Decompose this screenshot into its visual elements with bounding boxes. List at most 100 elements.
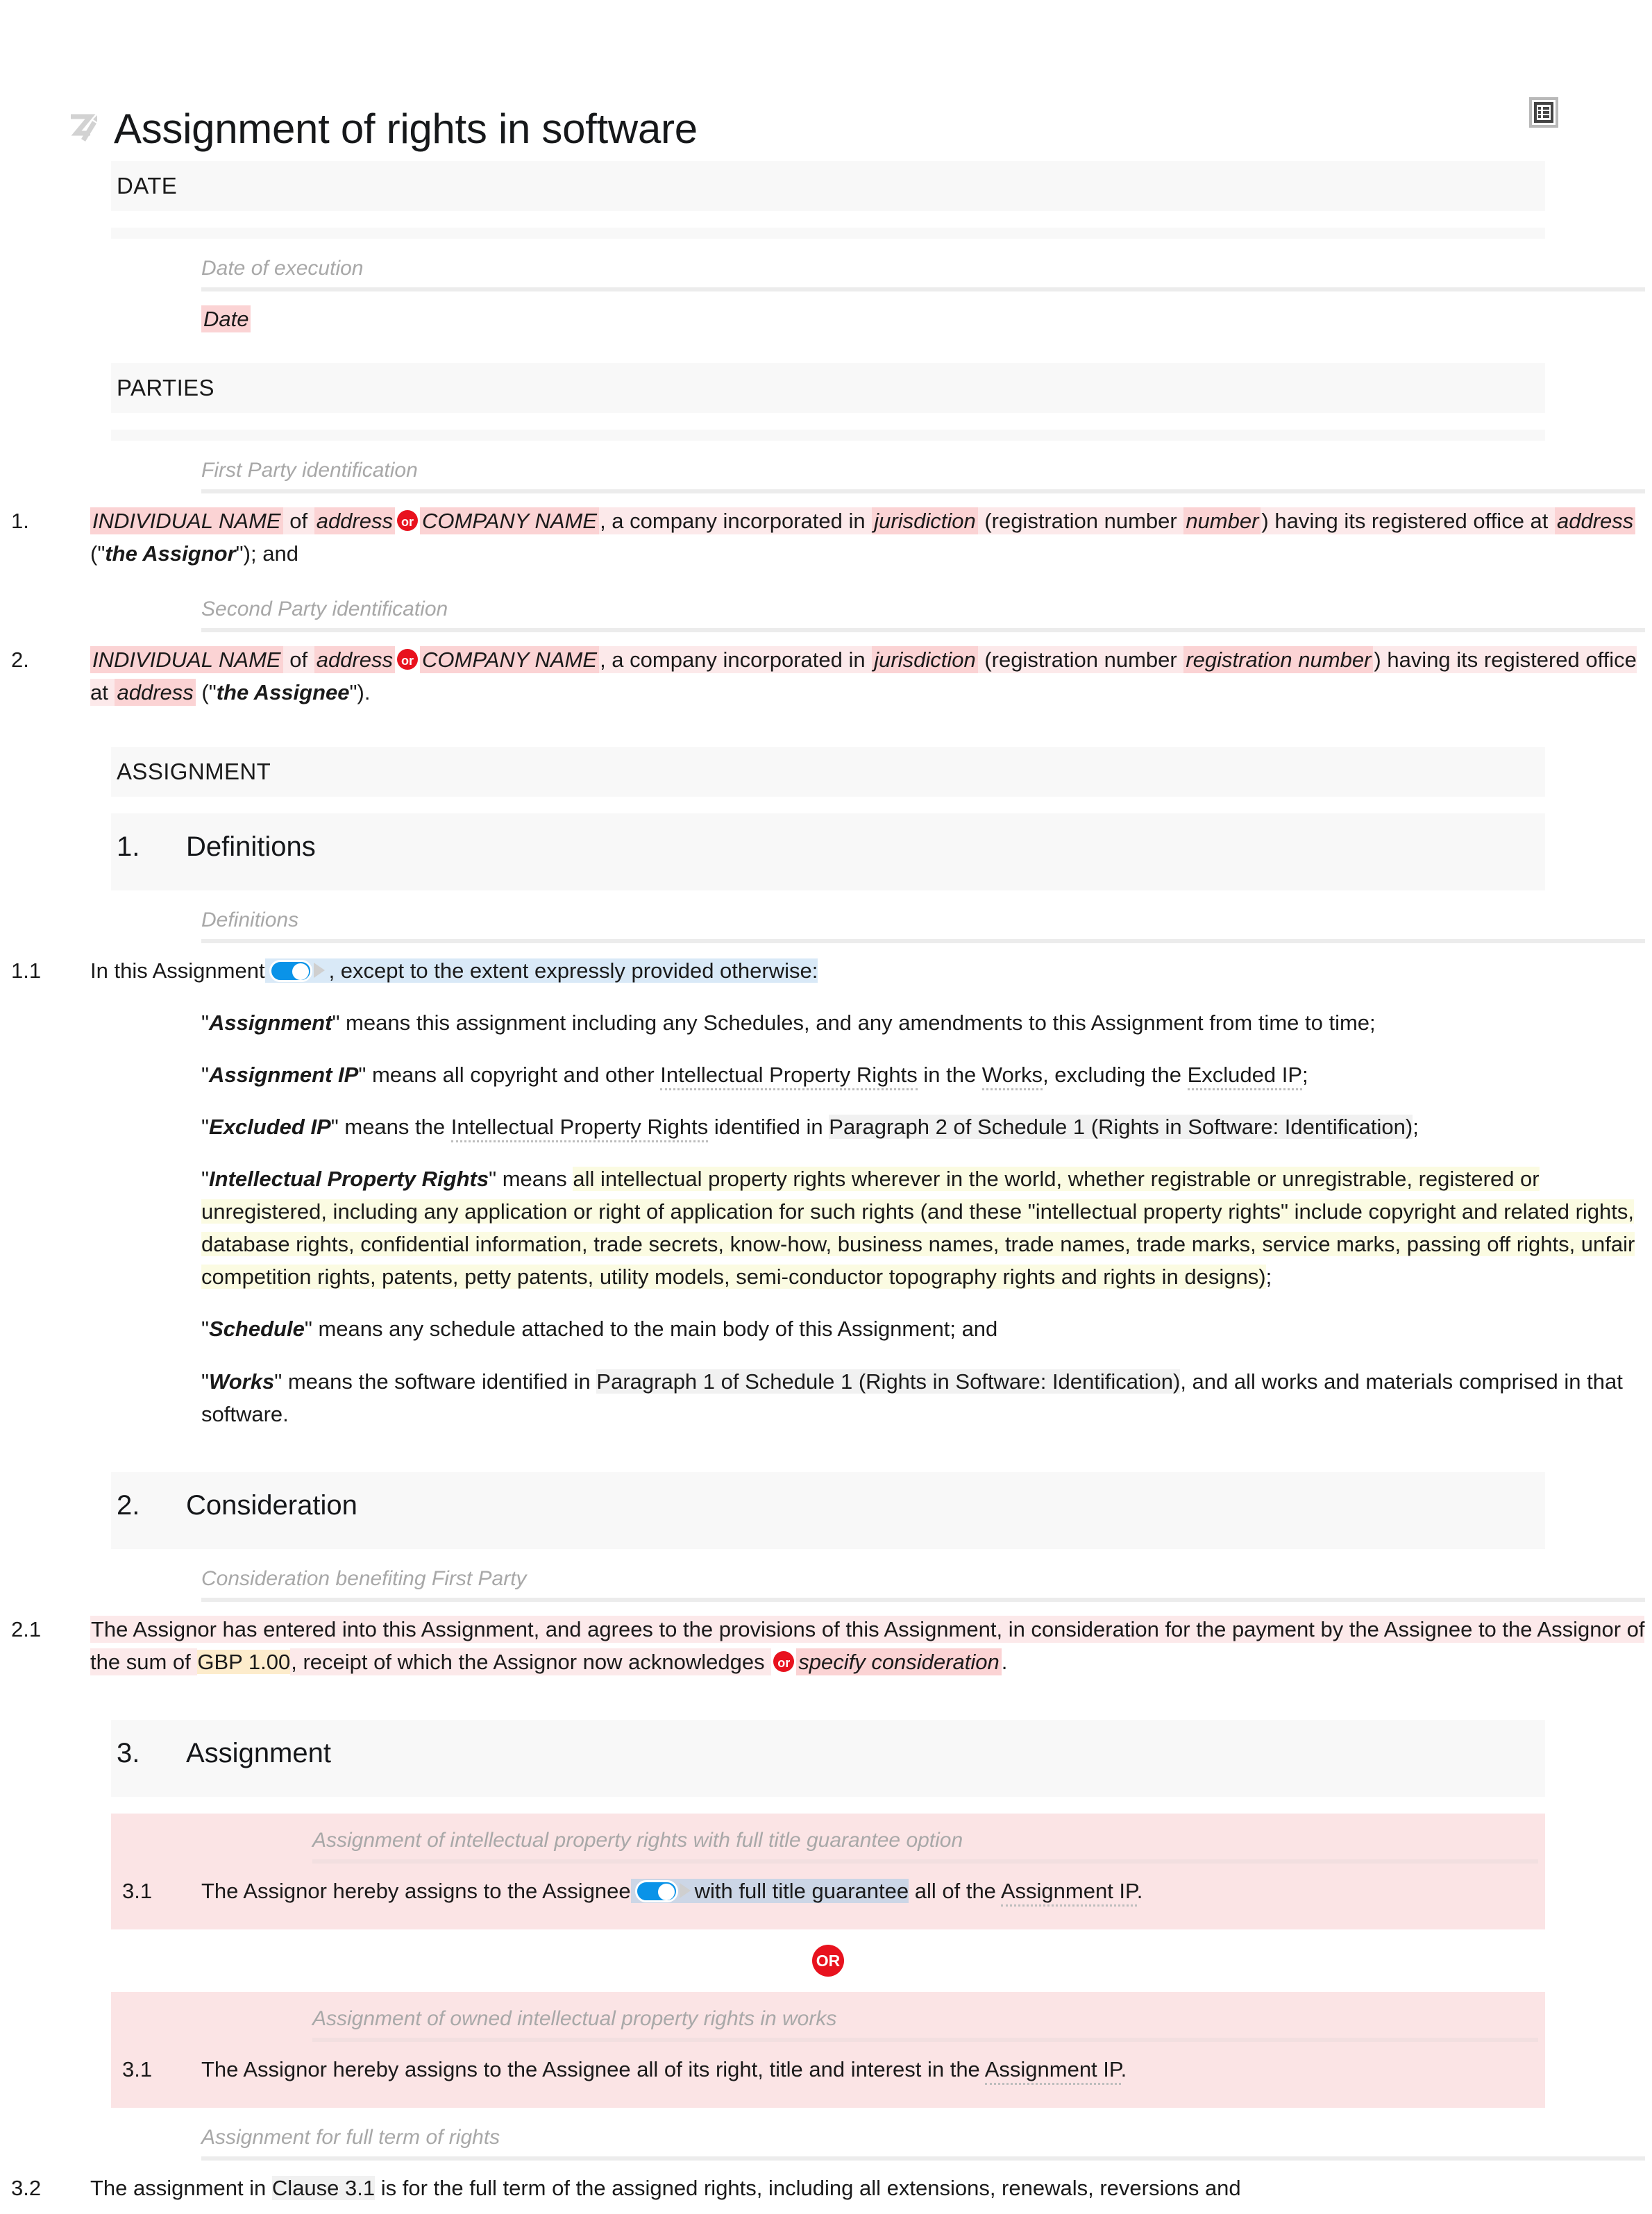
defined-term-link-assignment-ip[interactable]: Assignment IP: [1000, 1878, 1137, 1907]
guidance-full-title-guarantee: Assignment of intellectual property righ…: [312, 1828, 963, 1852]
band-spacer-parties: [111, 430, 1545, 441]
defined-term-assignor: the Assignor: [105, 541, 236, 566]
party-1-number: 1.: [11, 509, 29, 534]
clause-2-1-b: , receipt of which the Assignor now ackn…: [290, 1648, 772, 1675]
toggle-switch-definitions[interactable]: [269, 959, 312, 982]
defined-term-link-assignment-ip[interactable]: Assignment IP: [984, 2057, 1121, 2086]
or-badge-large-icon[interactable]: OR: [812, 1945, 844, 1977]
document-list-icon[interactable]: [1526, 94, 1562, 130]
toggle-switch-full-title-guarantee[interactable]: [634, 1879, 678, 1902]
date-placeholder[interactable]: Date: [201, 305, 251, 332]
number-placeholder[interactable]: number: [1183, 507, 1261, 535]
clause-3-1-option-b-block: Assignment of owned intellectual propert…: [111, 1992, 1545, 2109]
quote-close: ").: [349, 680, 371, 705]
registration-text: (registration number: [977, 507, 1184, 535]
defined-term-assignee: the Assignee: [216, 680, 350, 705]
def6-a: " means the software identified in: [274, 1369, 597, 1394]
address-placeholder[interactable]: address: [314, 507, 395, 535]
expand-arrow-icon[interactable]: [679, 1882, 691, 1898]
cross-reference-schedule-1-para-1[interactable]: Paragraph 1 of Schedule 1 (Rights in Sof…: [596, 1369, 1181, 1394]
clause-1-heading: 1. Definitions: [111, 813, 1545, 890]
connector-of: of: [283, 507, 314, 535]
clause-3-2-text: The assignment in Clause 3.1 is for the …: [90, 2172, 1652, 2204]
defined-term-link-ipr[interactable]: Intellectual Property Rights: [660, 1062, 918, 1090]
clause-3-1b-c: .: [1120, 2057, 1127, 2082]
or-badge-icon[interactable]: or: [397, 649, 418, 670]
address-placeholder-2[interactable]: address: [1555, 507, 1636, 535]
clause-3-number: 3.: [117, 1737, 140, 1768]
clause-3-1a-row: 3.1 The Assignor hereby assigns to the A…: [111, 1864, 1545, 1917]
document-page: Assignment of rights in software DATE Da…: [0, 0, 1652, 2201]
clause-2-1-row: 2.1 The Assignor has entered into this A…: [0, 1602, 1652, 1688]
quote-open: (": [90, 541, 106, 566]
defined-term-link-excluded-ip[interactable]: Excluded IP: [1187, 1062, 1303, 1090]
def3-c: identified in: [708, 1114, 829, 1139]
party-2-row: 2. INDIVIDUAL NAME of address or COMPANY N…: [0, 632, 1652, 718]
clause-2-number: 2.: [117, 1489, 140, 1521]
clause-3-heading: 3. Assignment: [111, 1719, 1545, 1797]
section-heading-parties: PARTIES: [111, 363, 1545, 414]
address-placeholder-2[interactable]: address: [115, 679, 196, 707]
clause-3-2-number: 3.2: [11, 2176, 42, 2201]
clause-1-1-lead: In this Assignment: [90, 958, 265, 983]
def4-a: " means: [489, 1166, 573, 1191]
registration-number-placeholder[interactable]: registration number: [1183, 646, 1374, 674]
clause-2-1-text: The Assignor has entered into this Assig…: [90, 1613, 1652, 1678]
clause-2-title: Consideration: [186, 1489, 357, 1521]
clause-3-1a-e: .: [1136, 1878, 1143, 1903]
company-name-placeholder[interactable]: COMPANY NAME: [420, 507, 600, 535]
definition-excluded-ip: "Excluded IP" means the Intellectual Pro…: [0, 1101, 1652, 1153]
cross-reference-schedule-1-para-2[interactable]: Paragraph 2 of Schedule 1 (Rights in Sof…: [829, 1114, 1413, 1139]
zegal-3-logo-icon: [67, 112, 99, 149]
clause-3-1a-text: The Assignor hereby assigns to the Assig…: [201, 1875, 1545, 1907]
section-heading-date: DATE: [111, 161, 1545, 211]
jurisdiction-placeholder[interactable]: jurisdiction: [872, 646, 978, 674]
party-1-text: INDIVIDUAL NAME of address or COMPANY NAME…: [90, 505, 1652, 570]
company-name-placeholder[interactable]: COMPANY NAME: [420, 646, 600, 674]
definition-assignment-ip: "Assignment IP" means all copyright and …: [0, 1049, 1652, 1101]
individual-name-placeholder[interactable]: INDIVIDUAL NAME: [90, 507, 283, 535]
expand-arrow-icon[interactable]: [313, 962, 325, 978]
cross-reference-clause-3-1[interactable]: Clause 3.1: [271, 2176, 376, 2201]
clause-3-2-a: The assignment in: [90, 2176, 272, 2201]
clause-1-1-row: 1.1 In this Assignment , except to the ex…: [0, 943, 1652, 997]
defined-term-link-works[interactable]: Works: [981, 1062, 1043, 1090]
clause-2-1-d: .: [1001, 1649, 1008, 1674]
address-placeholder[interactable]: address: [314, 646, 395, 674]
consideration-amount[interactable]: GBP 1.00: [197, 1649, 291, 1674]
def2-g: ;: [1302, 1062, 1308, 1087]
individual-name-placeholder[interactable]: INDIVIDUAL NAME: [90, 646, 283, 674]
specify-consideration-placeholder[interactable]: specify consideration: [796, 1648, 1002, 1675]
clause-3-1b-a: The Assignor hereby assigns to the Assig…: [201, 2057, 985, 2082]
registered-office-text: ) having its registered office at: [1261, 507, 1556, 535]
incorporated-text: , a company incorporated in: [599, 646, 873, 674]
def3-e: ;: [1413, 1114, 1419, 1139]
connector-of: of: [283, 646, 314, 674]
defined-term: Schedule: [209, 1317, 305, 1342]
defined-term: Assignment: [209, 1010, 332, 1035]
def2-a: " means all copyright and other: [358, 1062, 661, 1087]
or-badge-icon[interactable]: or: [397, 510, 418, 532]
def2-e: , excluding the: [1043, 1062, 1188, 1087]
jurisdiction-placeholder[interactable]: jurisdiction: [872, 507, 978, 535]
or-divider-row: OR: [111, 1945, 1545, 1977]
guidance-full-term-of-rights: Assignment for full term of rights: [201, 2126, 500, 2149]
clause-3-1b-row: 3.1 The Assignor hereby assigns to the A…: [111, 2042, 1545, 2095]
clause-1-1-rest: , except to the extent expressly provide…: [328, 958, 818, 983]
clause-3-1a-b: with full title guarantee: [694, 1878, 909, 1903]
guidance-definitions: Definitions: [201, 908, 299, 931]
clause-2-1-number: 2.1: [11, 1616, 42, 1641]
defined-term-link-ipr[interactable]: Intellectual Property Rights: [450, 1114, 709, 1142]
or-badge-icon[interactable]: or: [773, 1650, 795, 1672]
defined-term: Intellectual Property Rights: [209, 1166, 489, 1191]
clause-3-1-option-a-block: Assignment of intellectual property righ…: [111, 1813, 1545, 1930]
clause-1-title: Definitions: [186, 831, 316, 862]
page-title: Assignment of rights in software: [114, 105, 698, 152]
clause-1-1-text: In this Assignment , except to the extent…: [90, 954, 1652, 987]
incorporated-text: , a company incorporated in: [599, 507, 873, 535]
clause-3-1a-number: 3.1: [122, 1878, 153, 1903]
clause-1-number: 1.: [117, 831, 140, 862]
clause-3-1b-text: The Assignor hereby assigns to the Assig…: [201, 2053, 1545, 2086]
party-2-text: INDIVIDUAL NAME of address or COMPANY NAME…: [90, 643, 1652, 709]
guidance-consideration: Consideration benefiting First Party: [201, 1566, 527, 1590]
